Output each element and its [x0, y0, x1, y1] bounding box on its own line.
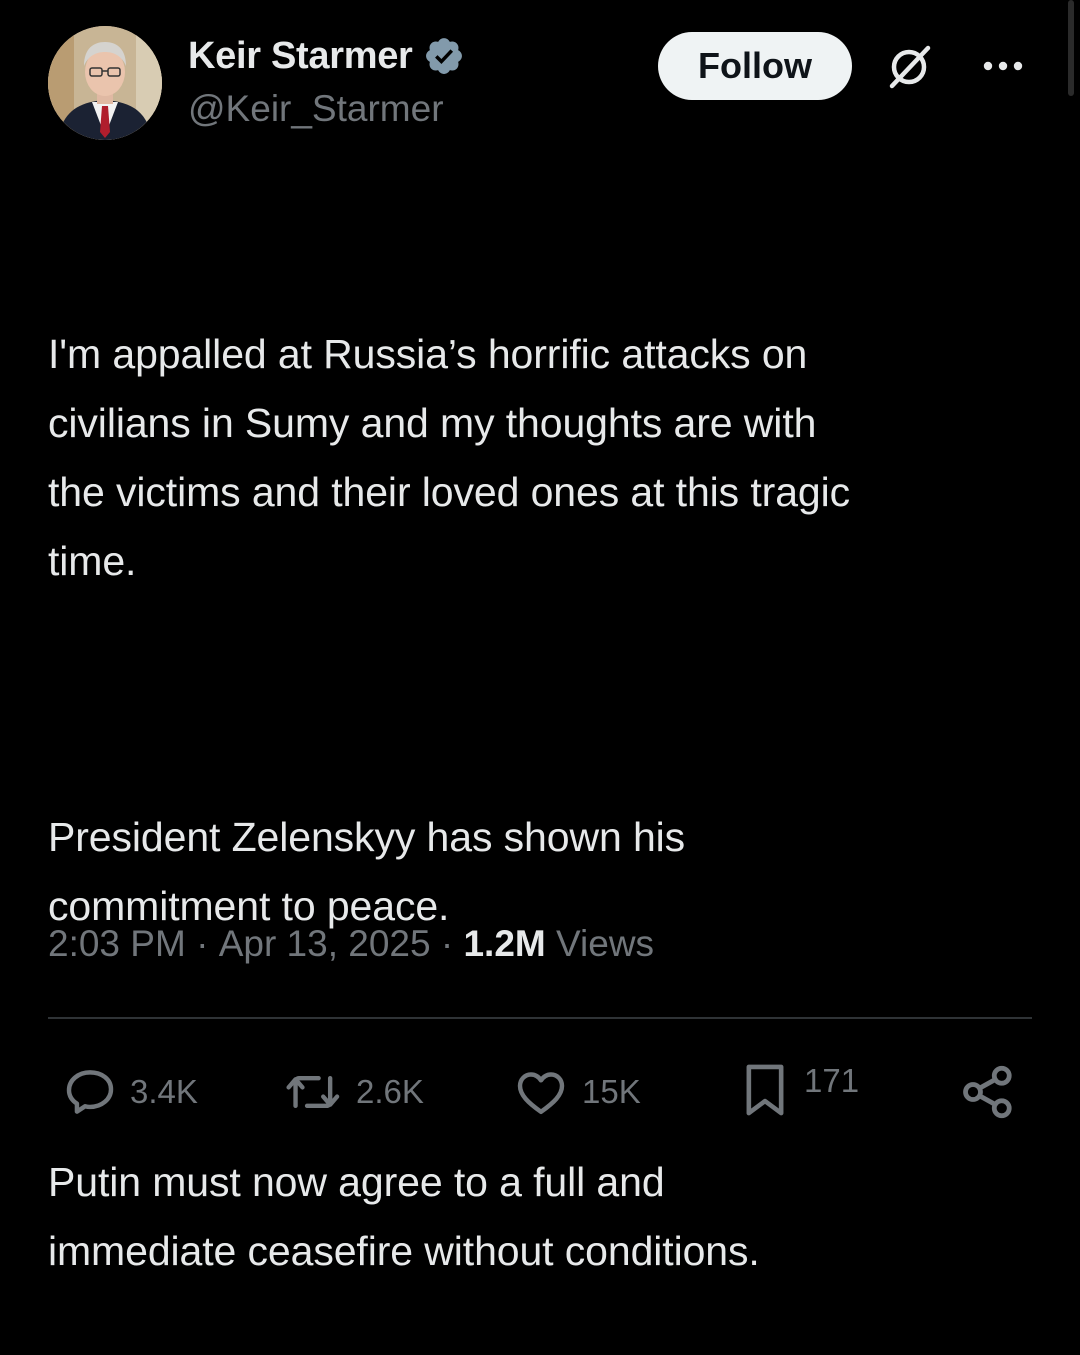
name-row: Keir Starmer: [188, 32, 465, 80]
tweet-date[interactable]: Apr 13, 2025: [219, 923, 431, 965]
handle[interactable]: @Keir_Starmer: [188, 88, 465, 130]
like-icon: [517, 1072, 565, 1115]
like-button[interactable]: 15K: [512, 1064, 641, 1120]
like-count: 15K: [582, 1073, 641, 1110]
repost-button[interactable]: 2.6K: [284, 1064, 424, 1120]
share-icon: [963, 1065, 1012, 1119]
divider: [48, 1017, 1032, 1019]
scrollbar[interactable]: [1068, 0, 1074, 96]
display-name[interactable]: Keir Starmer: [188, 35, 413, 78]
tweet-text: I'm appalled at Russia’s horrific attack…: [48, 182, 1038, 1355]
bookmark-count: 171: [804, 1062, 860, 1099]
repost-icon: [286, 1075, 340, 1109]
more-icon[interactable]: [978, 54, 1028, 78]
author-info: Keir Starmer @Keir_Starmer: [188, 32, 465, 130]
repost-count: 2.6K: [356, 1073, 424, 1110]
separator: ·: [430, 923, 464, 964]
bookmark-button[interactable]: 171: [738, 1060, 859, 1120]
tweet-time[interactable]: 2:03 PM: [48, 923, 186, 965]
reply-icon: [66, 1070, 114, 1114]
avatar[interactable]: [48, 26, 162, 140]
views-count[interactable]: 1.2M: [463, 923, 545, 965]
verified-badge-icon[interactable]: [423, 35, 465, 77]
views-label[interactable]: Views: [546, 923, 654, 965]
tweet-metadata: 2:03 PM · Apr 13, 2025 · 1.2M Views: [48, 914, 654, 974]
share-button[interactable]: [958, 1062, 1018, 1122]
tweet-header: Keir Starmer @Keir_Starmer Follow: [48, 26, 1038, 146]
bookmark-icon: [746, 1064, 784, 1116]
separator: ·: [185, 923, 219, 964]
reply-button[interactable]: 3.4K: [62, 1064, 198, 1120]
grok-icon[interactable]: [884, 42, 934, 92]
tweet-paragraph: Putin must now agree to a full and immed…: [48, 1159, 760, 1274]
tweet-paragraph: I'm appalled at Russia’s horrific attack…: [48, 331, 851, 584]
engagement-bar: 3.4K 2.6K 15K 171: [0, 1052, 1080, 1132]
reply-count: 3.4K: [130, 1073, 198, 1110]
follow-button[interactable]: Follow: [658, 32, 852, 100]
